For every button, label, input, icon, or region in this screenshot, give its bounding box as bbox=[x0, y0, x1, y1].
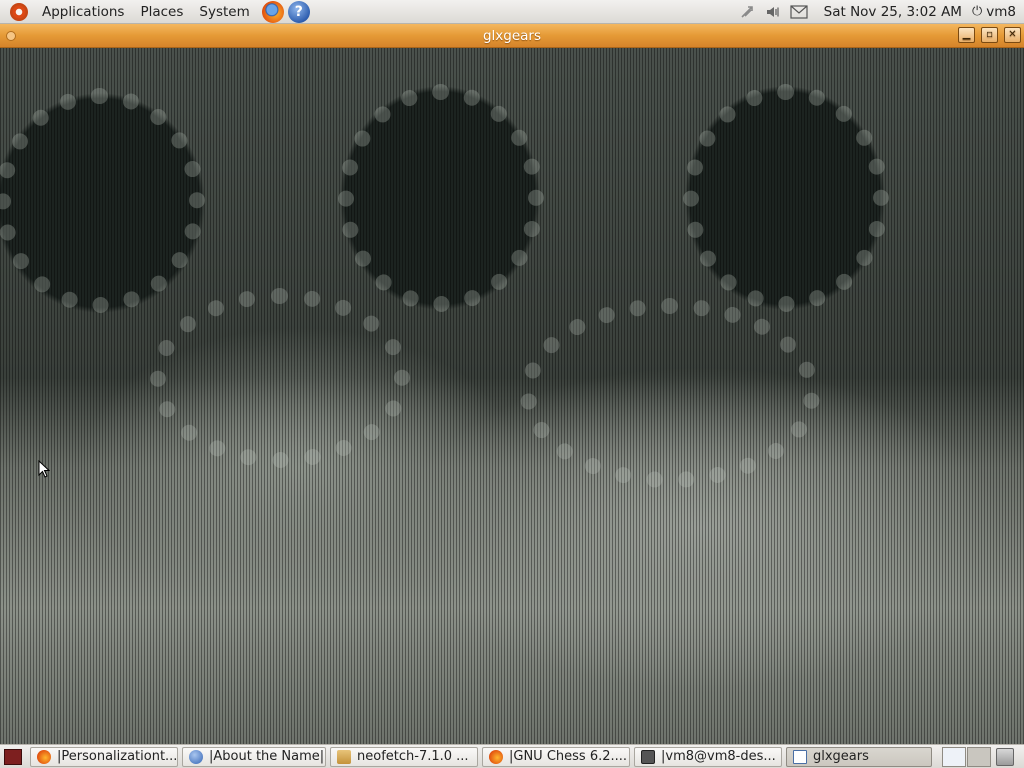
menu-system[interactable]: System bbox=[191, 0, 257, 24]
gear-shape bbox=[150, 288, 410, 468]
top-panel: Applications Places System ? Sat Nov 25,… bbox=[0, 0, 1024, 24]
power-icon: ⏻ bbox=[971, 4, 983, 19]
gear-shape bbox=[683, 84, 889, 312]
maximize-button[interactable]: ▫ bbox=[981, 27, 998, 43]
folder-icon bbox=[337, 749, 351, 764]
bottom-panel: |Personalizationt... |About the Name| ne… bbox=[0, 744, 1024, 768]
window-menu-icon[interactable] bbox=[6, 31, 16, 41]
gear-shape bbox=[520, 298, 820, 488]
help-icon[interactable]: ? bbox=[287, 0, 310, 23]
firefox-icon bbox=[37, 749, 51, 764]
taskbar-item[interactable]: |About the Name| bbox=[182, 746, 326, 767]
mail-icon[interactable] bbox=[789, 2, 809, 22]
close-icon: ✕ bbox=[1008, 29, 1017, 40]
taskbar-item-label: neofetch-7.1.0 ... bbox=[357, 749, 469, 764]
window-title: glxgears bbox=[482, 27, 542, 44]
help-icon bbox=[189, 749, 203, 764]
workspace-1[interactable] bbox=[942, 746, 966, 767]
taskbar-item[interactable]: neofetch-7.1.0 ... bbox=[330, 746, 478, 767]
volume-icon[interactable] bbox=[763, 2, 783, 22]
taskbar-item-label: |GNU Chess 6.2.... bbox=[509, 749, 628, 764]
taskbar-item[interactable]: |Personalizationt... bbox=[30, 746, 178, 767]
taskbar-item[interactable]: |vm8@vm8-des... bbox=[634, 746, 782, 767]
firefox-icon[interactable] bbox=[261, 0, 284, 23]
ubuntu-logo-icon[interactable] bbox=[10, 2, 28, 21]
glxgears-window: glxgears ▁ ▫ ✕ bbox=[0, 24, 1024, 744]
network-icon[interactable] bbox=[737, 2, 757, 22]
show-desktop-icon[interactable] bbox=[4, 748, 22, 765]
taskbar-item[interactable]: |GNU Chess 6.2.... bbox=[482, 746, 630, 767]
menu-places[interactable]: Places bbox=[132, 0, 191, 24]
taskbar-item-active[interactable]: glxgears bbox=[786, 746, 932, 767]
window-icon bbox=[793, 749, 807, 764]
trash-icon[interactable] bbox=[996, 747, 1014, 766]
gear-shape bbox=[338, 84, 544, 312]
user-switcher[interactable]: ⏻ vm8 bbox=[968, 4, 1024, 20]
user-name: vm8 bbox=[986, 3, 1016, 20]
minimize-button[interactable]: ▁ bbox=[958, 27, 975, 43]
taskbar-item-label: |Personalizationt... bbox=[57, 749, 178, 764]
terminal-icon bbox=[641, 749, 655, 764]
taskbar-item-label: |About the Name| bbox=[209, 749, 325, 764]
workspace-switcher bbox=[942, 746, 992, 767]
firefox-icon bbox=[489, 749, 503, 764]
gear-shape bbox=[0, 88, 205, 313]
menu-applications[interactable]: Applications bbox=[34, 0, 132, 24]
opengl-render-area[interactable] bbox=[0, 48, 1024, 744]
close-button[interactable]: ✕ bbox=[1004, 27, 1021, 43]
minimize-icon: ▁ bbox=[962, 29, 971, 40]
workspace-2[interactable] bbox=[967, 746, 991, 767]
clock[interactable]: Sat Nov 25, 3:02 AM bbox=[812, 4, 968, 20]
mouse-cursor-icon bbox=[38, 460, 50, 478]
maximize-icon: ▫ bbox=[986, 29, 993, 40]
window-titlebar[interactable]: glxgears ▁ ▫ ✕ bbox=[0, 24, 1024, 48]
taskbar-item-label: glxgears bbox=[813, 749, 869, 764]
taskbar-item-label: |vm8@vm8-des... bbox=[661, 749, 776, 764]
